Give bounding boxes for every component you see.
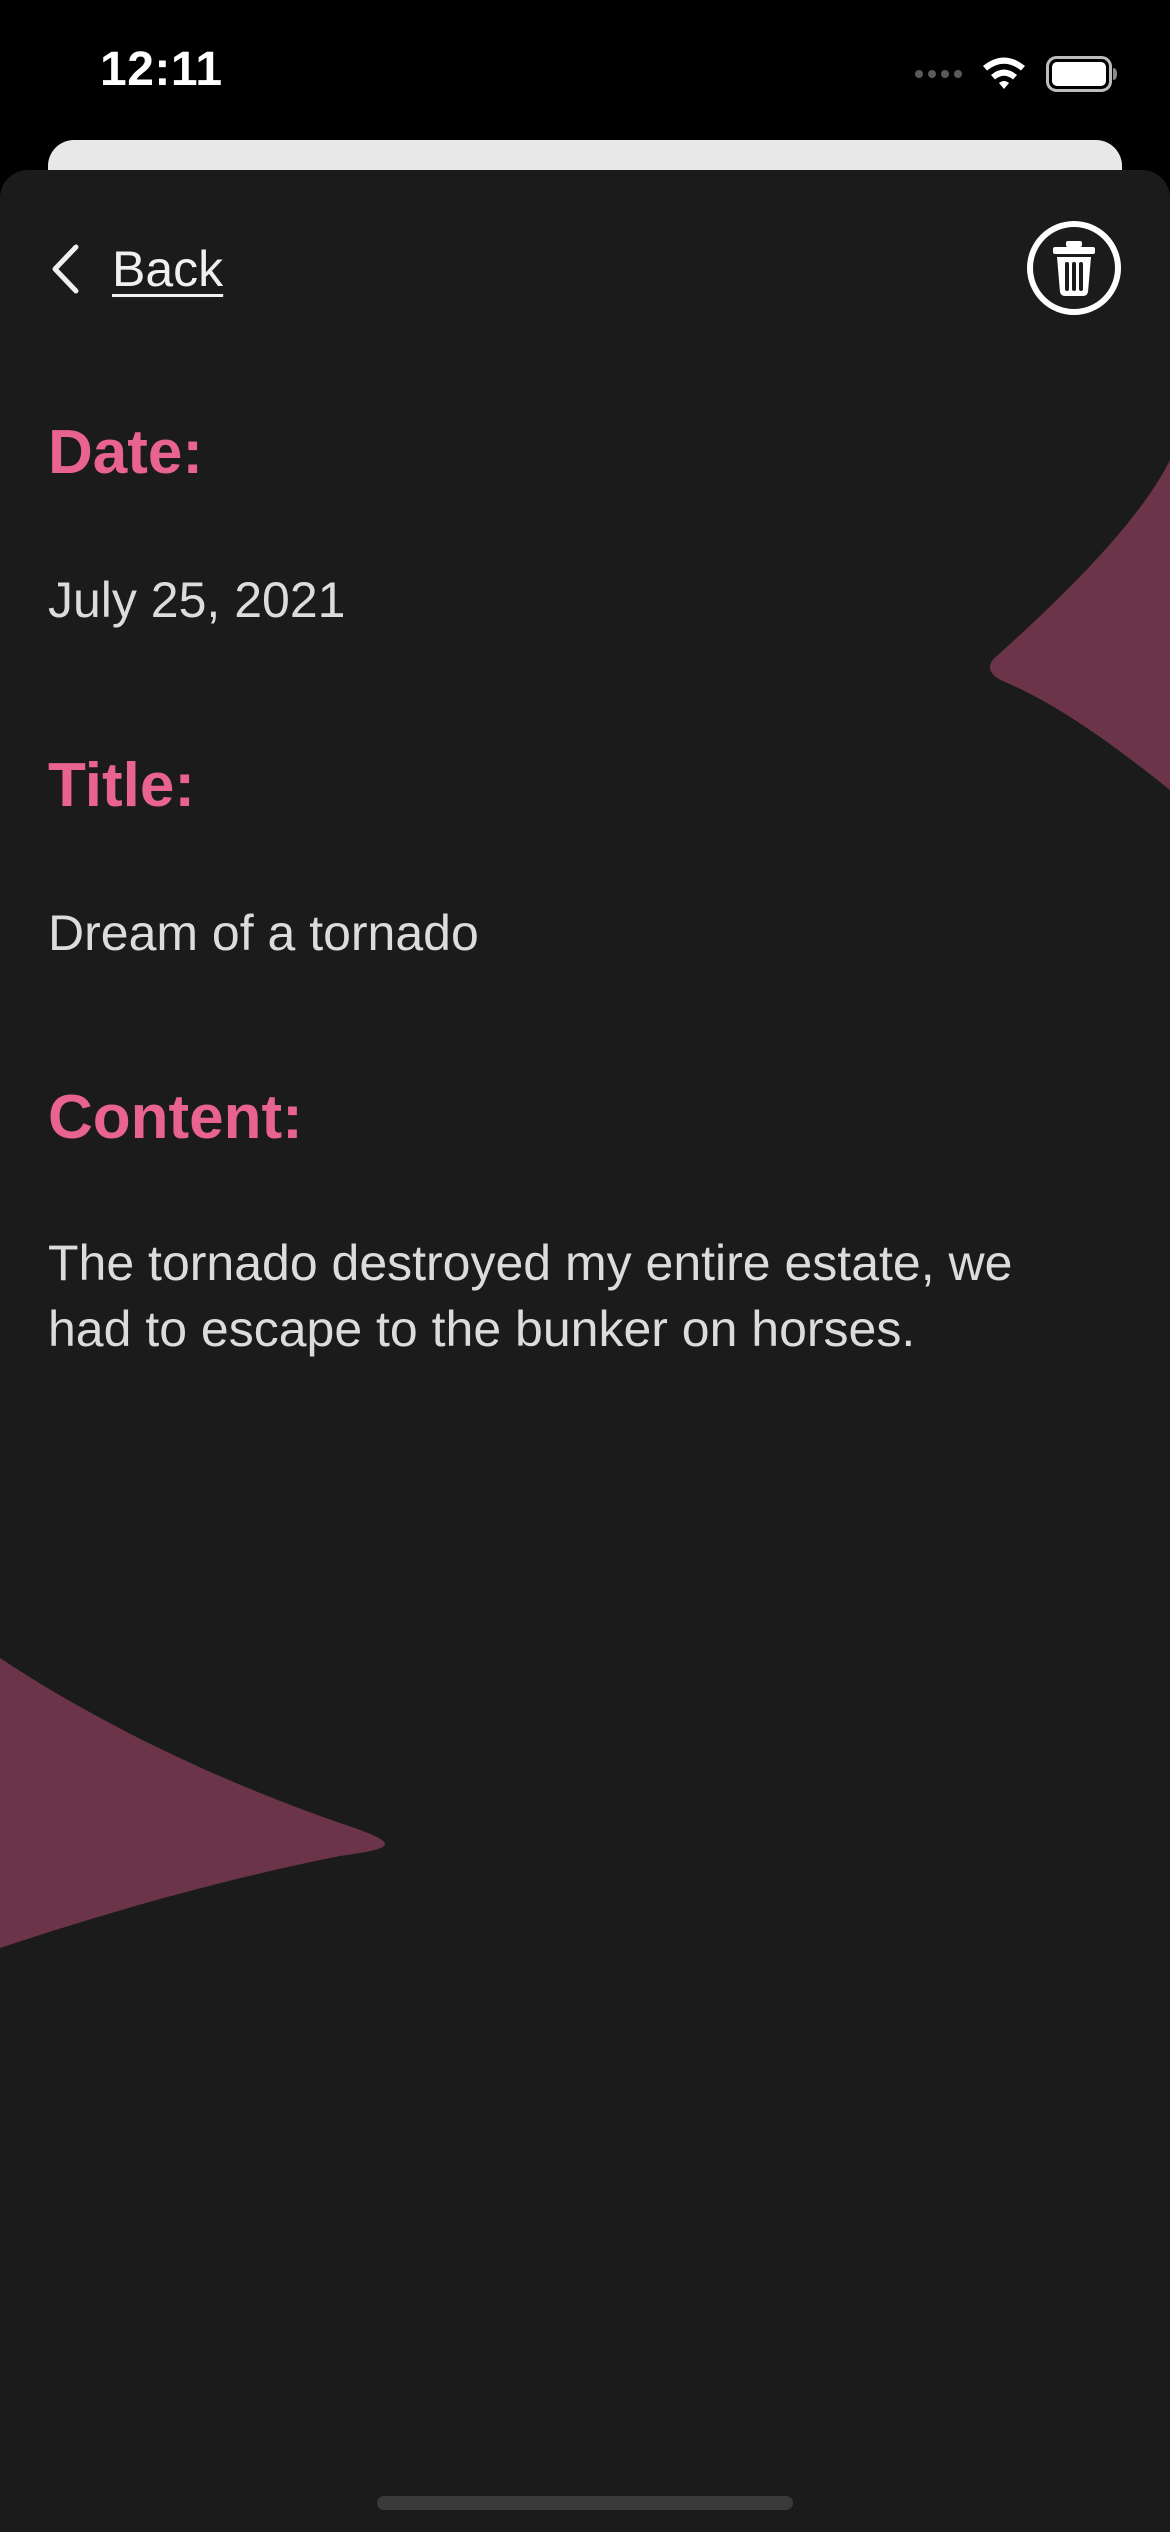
content-label: Content: (48, 1083, 303, 1152)
wifi-icon (983, 57, 1025, 89)
screen: 12:11 Back Date: July 25, 2021 Title: Dr… (0, 0, 1170, 2532)
status-time: 12:11 (100, 43, 223, 96)
delete-button[interactable] (1026, 220, 1122, 316)
trash-icon (1027, 221, 1121, 315)
battery-icon (1046, 56, 1117, 92)
back-label: Back (112, 241, 224, 297)
decorative-shape-bottom-left (0, 1658, 385, 1948)
date-label: Date: (48, 418, 204, 487)
back-button[interactable]: Back (48, 240, 223, 298)
title-value: Dream of a tornado (48, 905, 479, 961)
status-icons (915, 52, 1118, 96)
status-bar: 12:11 (0, 0, 1170, 140)
chevron-left-icon (52, 244, 79, 294)
content-value: The tornado destroyed my entire estate, … (48, 1235, 1013, 1357)
date-value: July 25, 2021 (48, 572, 346, 628)
title-label: Title: (48, 751, 195, 820)
home-indicator (377, 2496, 793, 2510)
entry-detail-sheet: Back Date: July 25, 2021 Title: Dream of… (0, 170, 1170, 2532)
cellular-signal-icon (915, 70, 962, 78)
